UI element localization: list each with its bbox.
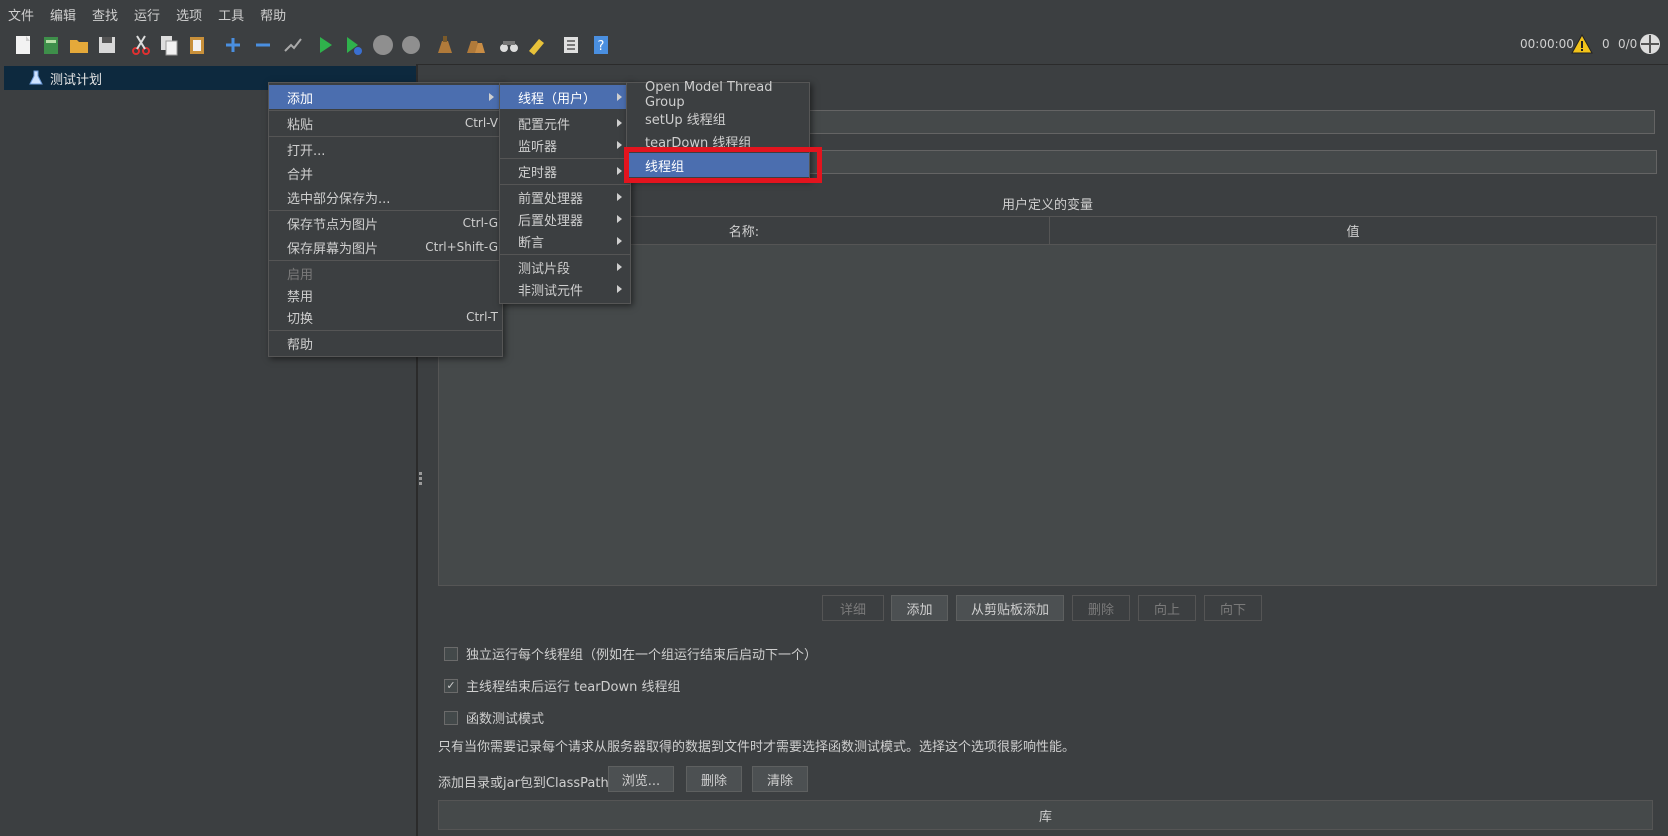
new-plan-icon[interactable]: [10, 32, 36, 58]
classpath-label: 添加目录或jar包到ClassPath: [438, 776, 609, 791]
open-folder-icon[interactable]: [66, 32, 92, 58]
menu-options[interactable]: 选项: [168, 5, 210, 24]
templates-icon[interactable]: [38, 32, 64, 58]
submenu-item-setup-thread-group[interactable]: setUp 线程组: [627, 106, 809, 130]
shutdown-icon[interactable]: [398, 32, 424, 58]
submenu-item-test-fragment[interactable]: 测试片段: [500, 255, 630, 279]
delete-button[interactable]: 删除: [1072, 595, 1130, 621]
menu-tools[interactable]: 工具: [210, 5, 252, 24]
library-column-header: 库: [438, 800, 1653, 830]
collapse-icon[interactable]: [250, 32, 276, 58]
menu-item-save-selection-as[interactable]: 选中部分保存为...: [269, 185, 502, 209]
checkbox-label: 函数测试模式: [466, 712, 545, 727]
menu-bar: 文件 编辑 查找 运行 选项 工具 帮助: [0, 0, 1668, 28]
menu-search[interactable]: 查找: [84, 5, 126, 24]
submenu-item-non-test-element[interactable]: 非测试元件: [500, 277, 630, 301]
splitter-grip-icon[interactable]: [419, 472, 423, 486]
menu-item-help[interactable]: 帮助: [269, 331, 502, 355]
toolbar: ?: [0, 28, 1668, 65]
submenu-arrow-icon: [617, 167, 622, 175]
classpath-clear-button[interactable]: 清除: [752, 766, 808, 792]
elapsed-timer: 00:00:00: [1520, 37, 1574, 51]
submenu-arrow-icon: [617, 215, 622, 223]
functional-mode-note: 只有当你需要记录每个请求从服务器取得的数据到文件时才需要选择函数测试模式。选择这…: [438, 740, 1076, 755]
submenu-arrow-icon: [617, 93, 622, 101]
add-submenu: 线程（用户） 配置元件 监听器 定时器 前置处理器 后置处理器 断言 测试片段 …: [499, 82, 631, 304]
checkbox-label: 独立运行每个线程组（例如在一个组运行结束后启动下一个）: [466, 648, 818, 663]
toggle-icon[interactable]: [280, 32, 306, 58]
add-button[interactable]: 添加: [891, 595, 948, 621]
detail-button[interactable]: 详细: [822, 595, 884, 621]
menu-help[interactable]: 帮助: [252, 5, 294, 24]
warning-count: 0: [1602, 37, 1610, 51]
paste-icon[interactable]: [184, 32, 210, 58]
submenu-item-pre-processor[interactable]: 前置处理器: [500, 185, 630, 209]
highlight-annotation: [624, 147, 822, 183]
submenu-item-threads-users[interactable]: 线程（用户）: [500, 85, 630, 109]
checkbox-unchecked-icon[interactable]: [444, 710, 458, 725]
submenu-arrow-icon: [617, 119, 622, 127]
help-icon[interactable]: ?: [588, 32, 614, 58]
search-binoculars-icon[interactable]: [496, 32, 522, 58]
submenu-item-timer[interactable]: 定时器: [500, 159, 630, 183]
menu-item-enable[interactable]: 启用: [269, 261, 502, 285]
menu-item-open[interactable]: 打开...: [269, 137, 502, 161]
expand-icon[interactable]: [220, 32, 246, 58]
start-icon[interactable]: [312, 32, 338, 58]
menu-item-disable[interactable]: 禁用: [269, 283, 502, 307]
copy-icon[interactable]: [156, 32, 182, 58]
functional-test-mode-option[interactable]: 函数测试模式: [444, 708, 544, 727]
menu-item-merge[interactable]: 合并: [269, 161, 502, 185]
stop-icon[interactable]: [370, 32, 396, 58]
submenu-arrow-icon: [617, 285, 622, 293]
submenu-item-listener[interactable]: 监听器: [500, 133, 630, 157]
browse-button[interactable]: 浏览...: [608, 766, 674, 792]
clear-all-icon[interactable]: [462, 32, 488, 58]
checkbox-checked-icon[interactable]: ✓: [444, 678, 458, 693]
classpath-delete-button[interactable]: 删除: [686, 766, 742, 792]
add-from-clipboard-button[interactable]: 从剪贴板添加: [956, 595, 1064, 621]
checkbox-unchecked-icon[interactable]: [444, 646, 458, 661]
submenu-item-open-model-thread-group[interactable]: Open Model Thread Group: [627, 80, 809, 110]
start-no-pause-icon[interactable]: [340, 32, 366, 58]
menu-item-save-node-image[interactable]: 保存节点为图片 Ctrl-G: [269, 211, 502, 235]
clear-icon[interactable]: [432, 32, 458, 58]
move-up-button[interactable]: 向上: [1138, 595, 1196, 621]
save-icon[interactable]: [94, 32, 120, 58]
submenu-item-post-processor[interactable]: 后置处理器: [500, 207, 630, 231]
submenu-item-assertion[interactable]: 断言: [500, 229, 630, 253]
submenu-arrow-icon: [489, 93, 494, 101]
menu-run[interactable]: 运行: [126, 5, 168, 24]
active-threads-count: 0/0: [1618, 37, 1638, 51]
submenu-arrow-icon: [617, 237, 622, 245]
function-helper-icon[interactable]: [558, 32, 584, 58]
submenu-item-config-element[interactable]: 配置元件: [500, 111, 630, 135]
reset-search-icon[interactable]: [524, 32, 550, 58]
context-menu: 添加 粘贴 Ctrl-V 打开... 合并 选中部分保存为... 保存节点为图片 C…: [268, 82, 503, 357]
flask-icon: [28, 70, 44, 86]
checkbox-label: 主线程结束后运行 tearDown 线程组: [466, 680, 681, 695]
submenu-arrow-icon: [617, 263, 622, 271]
run-groups-consecutively-option[interactable]: 独立运行每个线程组（例如在一个组运行结束后启动下一个）: [444, 644, 817, 663]
menu-item-add[interactable]: 添加: [269, 85, 502, 109]
tree-node-label: 测试计划: [50, 72, 103, 88]
menu-item-paste[interactable]: 粘贴 Ctrl-V: [269, 111, 502, 135]
run-teardown-option[interactable]: ✓ 主线程结束后运行 tearDown 线程组: [444, 676, 681, 695]
menu-edit[interactable]: 编辑: [42, 5, 84, 24]
menu-item-save-screen-image[interactable]: 保存屏幕为图片 Ctrl+Shift-G: [269, 235, 502, 259]
menu-item-toggle[interactable]: 切换 Ctrl-T: [269, 305, 502, 329]
move-down-button[interactable]: 向下: [1204, 595, 1262, 621]
menu-file[interactable]: 文件: [0, 5, 42, 24]
cut-icon[interactable]: [128, 32, 154, 58]
svg-text:?: ?: [598, 39, 605, 54]
submenu-arrow-icon: [617, 193, 622, 201]
remote-globe-icon[interactable]: [1638, 32, 1664, 58]
submenu-arrow-icon: [617, 141, 622, 149]
column-header-value[interactable]: 值: [1049, 217, 1656, 245]
